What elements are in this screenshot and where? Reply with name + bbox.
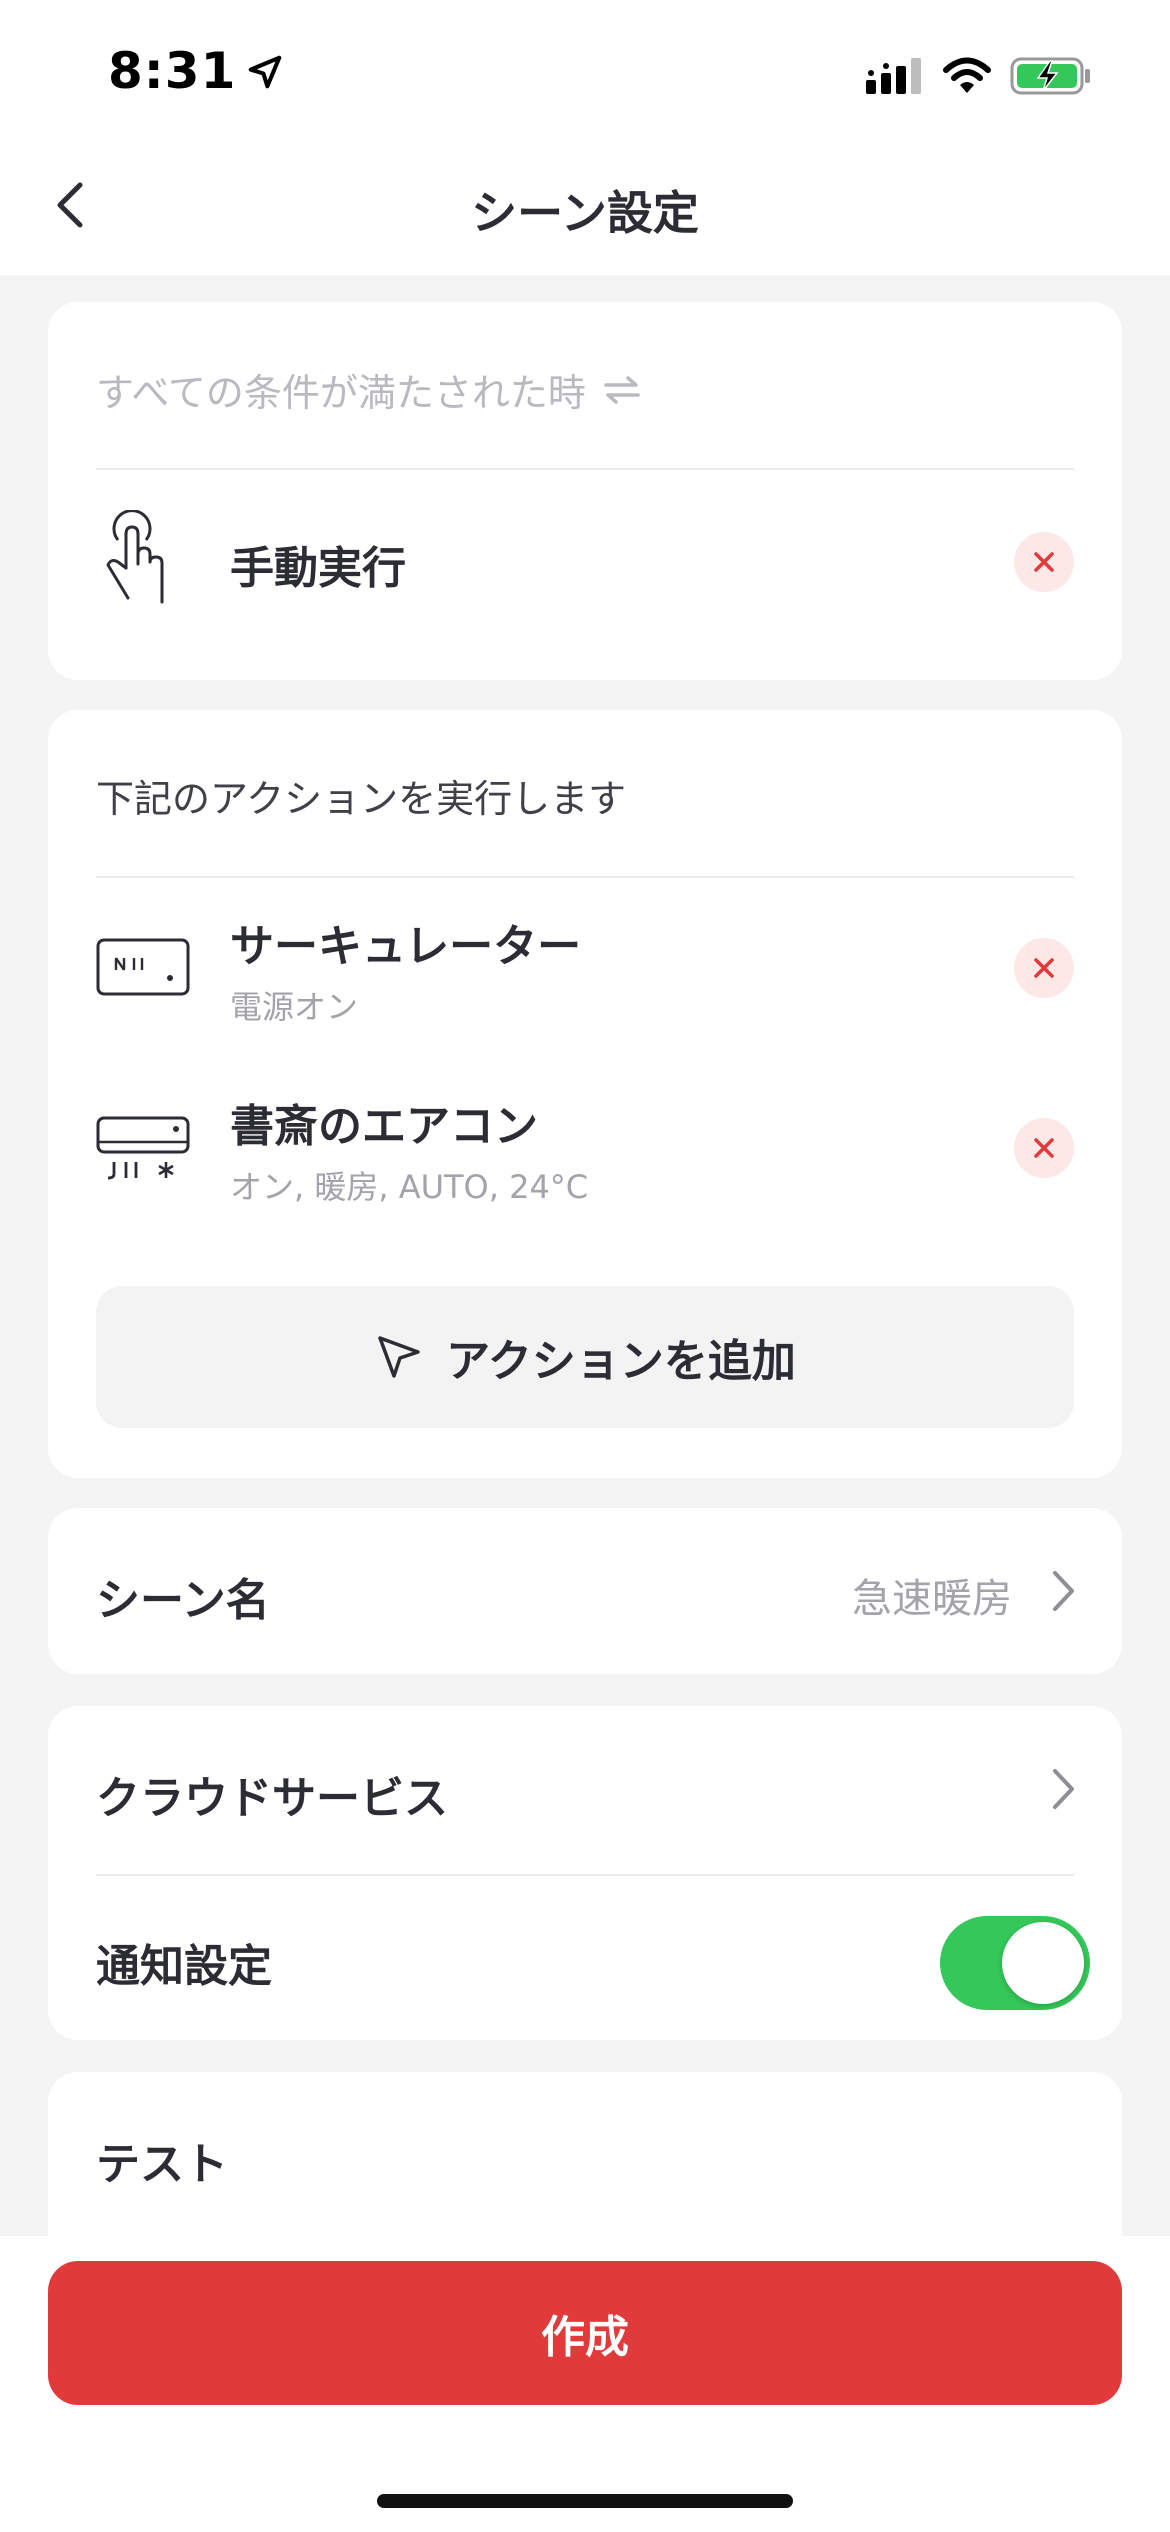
switch-arrows-icon (604, 375, 640, 404)
condition-header-label: すべての条件が満たされた時 (96, 371, 586, 415)
scene-name-label: シーン名 (96, 1575, 270, 1626)
home-indicator (377, 2494, 793, 2508)
cloud-service-row[interactable]: クラウドサービス (48, 1706, 1122, 1874)
notification-label: 通知設定 (96, 1941, 272, 1992)
action-item-subtitle: 電源オン (230, 988, 359, 1026)
cloud-notification-card: クラウドサービス 通知設定 (48, 1706, 1122, 2040)
toggle-knob (1002, 1922, 1084, 2004)
close-icon (1034, 1138, 1054, 1158)
air-conditioner-icon (96, 1116, 190, 1180)
condition-card: すべての条件が満たされた時 手動実行 (48, 302, 1122, 680)
status-bar: 8:31 (0, 0, 1170, 150)
remove-action-button[interactable] (1014, 938, 1074, 998)
scene-name-value: 急速暖房 (852, 1576, 1012, 1622)
cloud-service-label: クラウドサービス (96, 1773, 448, 1824)
navigation-bar: シーン設定 (0, 150, 1170, 275)
notification-toggle[interactable] (940, 1916, 1090, 2010)
actions-header: 下記のアクションを実行します (96, 777, 627, 821)
close-icon (1034, 552, 1054, 572)
tap-hand-icon (106, 510, 164, 604)
condition-manual-title: 手動実行 (230, 543, 406, 594)
action-item-title: サーキュレーター (230, 921, 582, 972)
page-title: シーン設定 (471, 186, 699, 240)
status-time: 8:31 (108, 42, 237, 100)
add-action-button[interactable]: アクションを追加 (96, 1286, 1074, 1428)
remove-condition-button[interactable] (1014, 532, 1074, 592)
bottom-action-bar: 作成 (0, 2236, 1170, 2532)
close-icon (1034, 958, 1054, 978)
actions-card: 下記のアクションを実行します サーキュレーター 電源オン 書斎のエアコン オン,… (48, 710, 1122, 1478)
divider (96, 468, 1074, 470)
divider (96, 876, 1074, 878)
remove-action-button[interactable] (1014, 1118, 1074, 1178)
status-icons (866, 56, 1092, 96)
battery-charging-icon (1010, 57, 1090, 95)
add-action-label: アクションを追加 (446, 1336, 796, 1387)
test-card[interactable]: テスト (48, 2072, 1122, 2236)
scene-name-row[interactable]: シーン名 急速暖房 (48, 1508, 1122, 1674)
location-arrow-icon (249, 55, 282, 89)
status-time-group: 8:31 (108, 42, 284, 100)
chevron-right-icon (1053, 1769, 1074, 1809)
divider (96, 1874, 1074, 1876)
create-button[interactable]: 作成 (48, 2261, 1122, 2405)
chevron-right-icon (1053, 1571, 1074, 1611)
cellular-signal-icon (866, 58, 921, 94)
condition-header[interactable]: すべての条件が満たされた時 (96, 362, 642, 417)
wifi-icon (943, 57, 991, 93)
circulator-device-icon (96, 938, 190, 996)
test-label: テスト (96, 2139, 228, 2190)
cursor-arrow-icon (378, 1336, 420, 1378)
action-item-title: 書斎のエアコン (230, 1101, 538, 1152)
action-item-subtitle: オン, 暖房, AUTO, 24°C (230, 1168, 589, 1206)
